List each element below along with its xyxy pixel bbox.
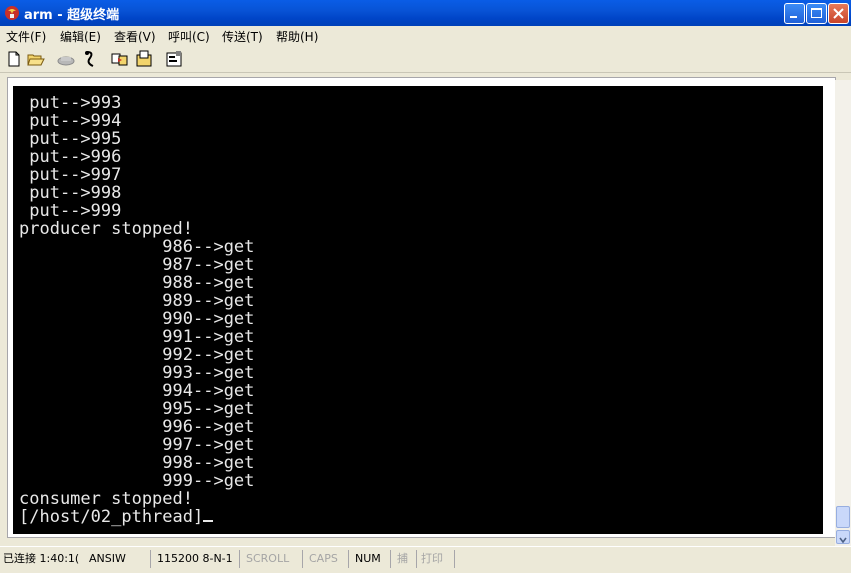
terminal-line: 988-->get	[19, 273, 255, 293]
terminal-line: put-->997	[19, 165, 122, 185]
hyperterminal-icon	[5, 6, 19, 20]
status-port: 115200 8-N-1	[157, 552, 233, 565]
toolbar	[0, 46, 851, 73]
terminal-line: 994-->get	[19, 381, 255, 401]
receive-icon[interactable]	[134, 49, 154, 69]
terminal-line: 987-->get	[19, 255, 255, 275]
terminal-line: 999-->get	[19, 471, 255, 491]
menu-bar: 文件(F) 编辑(E) 查看(V) 呼叫(C) 传送(T) 帮助(H)	[0, 26, 851, 46]
terminal-line: 998-->get	[19, 453, 255, 473]
terminal-line: put-->993	[19, 93, 122, 113]
status-connection: 已连接 1:40:1(	[3, 552, 80, 565]
terminal-line: 991-->get	[19, 327, 255, 347]
terminal-line: put-->995	[19, 129, 122, 149]
open-icon[interactable]	[26, 49, 46, 69]
status-bar: 已连接 1:40:1( ANSIW 115200 8-N-1 SCROLL CA…	[0, 546, 851, 573]
disconnect-icon[interactable]	[56, 49, 76, 69]
terminal-line: put-->999	[19, 201, 122, 221]
minimize-button[interactable]	[784, 3, 805, 24]
window-title: arm - 超级终端	[24, 8, 120, 23]
terminal-line: put-->994	[19, 111, 122, 131]
terminal-line: 995-->get	[19, 399, 255, 419]
connect-icon[interactable]	[80, 49, 100, 69]
text-cursor	[203, 520, 214, 522]
scroll-down-button[interactable]	[836, 530, 850, 544]
status-caps: CAPS	[309, 552, 338, 565]
scrollbar-thumb[interactable]	[836, 506, 850, 528]
terminal-screen[interactable]: put-->993 put-->994 put-->995 put-->996 …	[13, 86, 823, 534]
status-num: NUM	[355, 552, 381, 565]
menu-help[interactable]: 帮助(H)	[276, 28, 318, 45]
terminal-line: put-->996	[19, 147, 122, 167]
terminal-line: put-->998	[19, 183, 122, 203]
new-icon[interactable]	[4, 49, 24, 69]
minimize-icon	[790, 16, 797, 18]
title-bar[interactable]: arm - 超级终端	[0, 0, 851, 26]
maximize-button[interactable]	[806, 3, 827, 24]
menu-call[interactable]: 呼叫(C)	[168, 28, 210, 45]
terminal-line: 996-->get	[19, 417, 255, 437]
send-icon[interactable]	[110, 49, 130, 69]
terminal-line: 990-->get	[19, 309, 255, 329]
vertical-scrollbar[interactable]	[835, 80, 851, 546]
menu-edit[interactable]: 编辑(E)	[60, 28, 101, 45]
status-scroll: SCROLL	[246, 552, 290, 565]
terminal-line: 997-->get	[19, 435, 255, 455]
properties-icon[interactable]	[164, 49, 184, 69]
status-capture: 捕	[397, 552, 408, 565]
close-icon	[833, 8, 844, 19]
terminal-line: 986-->get	[19, 237, 255, 257]
menu-view[interactable]: 查看(V)	[114, 28, 156, 45]
status-emulation: ANSIW	[89, 552, 126, 565]
terminal-line: consumer stopped!	[19, 489, 193, 509]
terminal-line: 989-->get	[19, 291, 255, 311]
terminal-line: 992-->get	[19, 345, 255, 365]
terminal-line: [/host/02_pthread]	[19, 508, 214, 526]
chevron-down-icon	[839, 537, 847, 544]
close-button[interactable]	[828, 3, 849, 24]
terminal-line: producer stopped!	[19, 219, 193, 239]
maximize-icon	[811, 8, 822, 18]
menu-file[interactable]: 文件(F)	[6, 28, 46, 45]
status-print: 打印	[421, 552, 443, 565]
terminal-line: 993-->get	[19, 363, 255, 383]
menu-transfer[interactable]: 传送(T)	[222, 28, 263, 45]
